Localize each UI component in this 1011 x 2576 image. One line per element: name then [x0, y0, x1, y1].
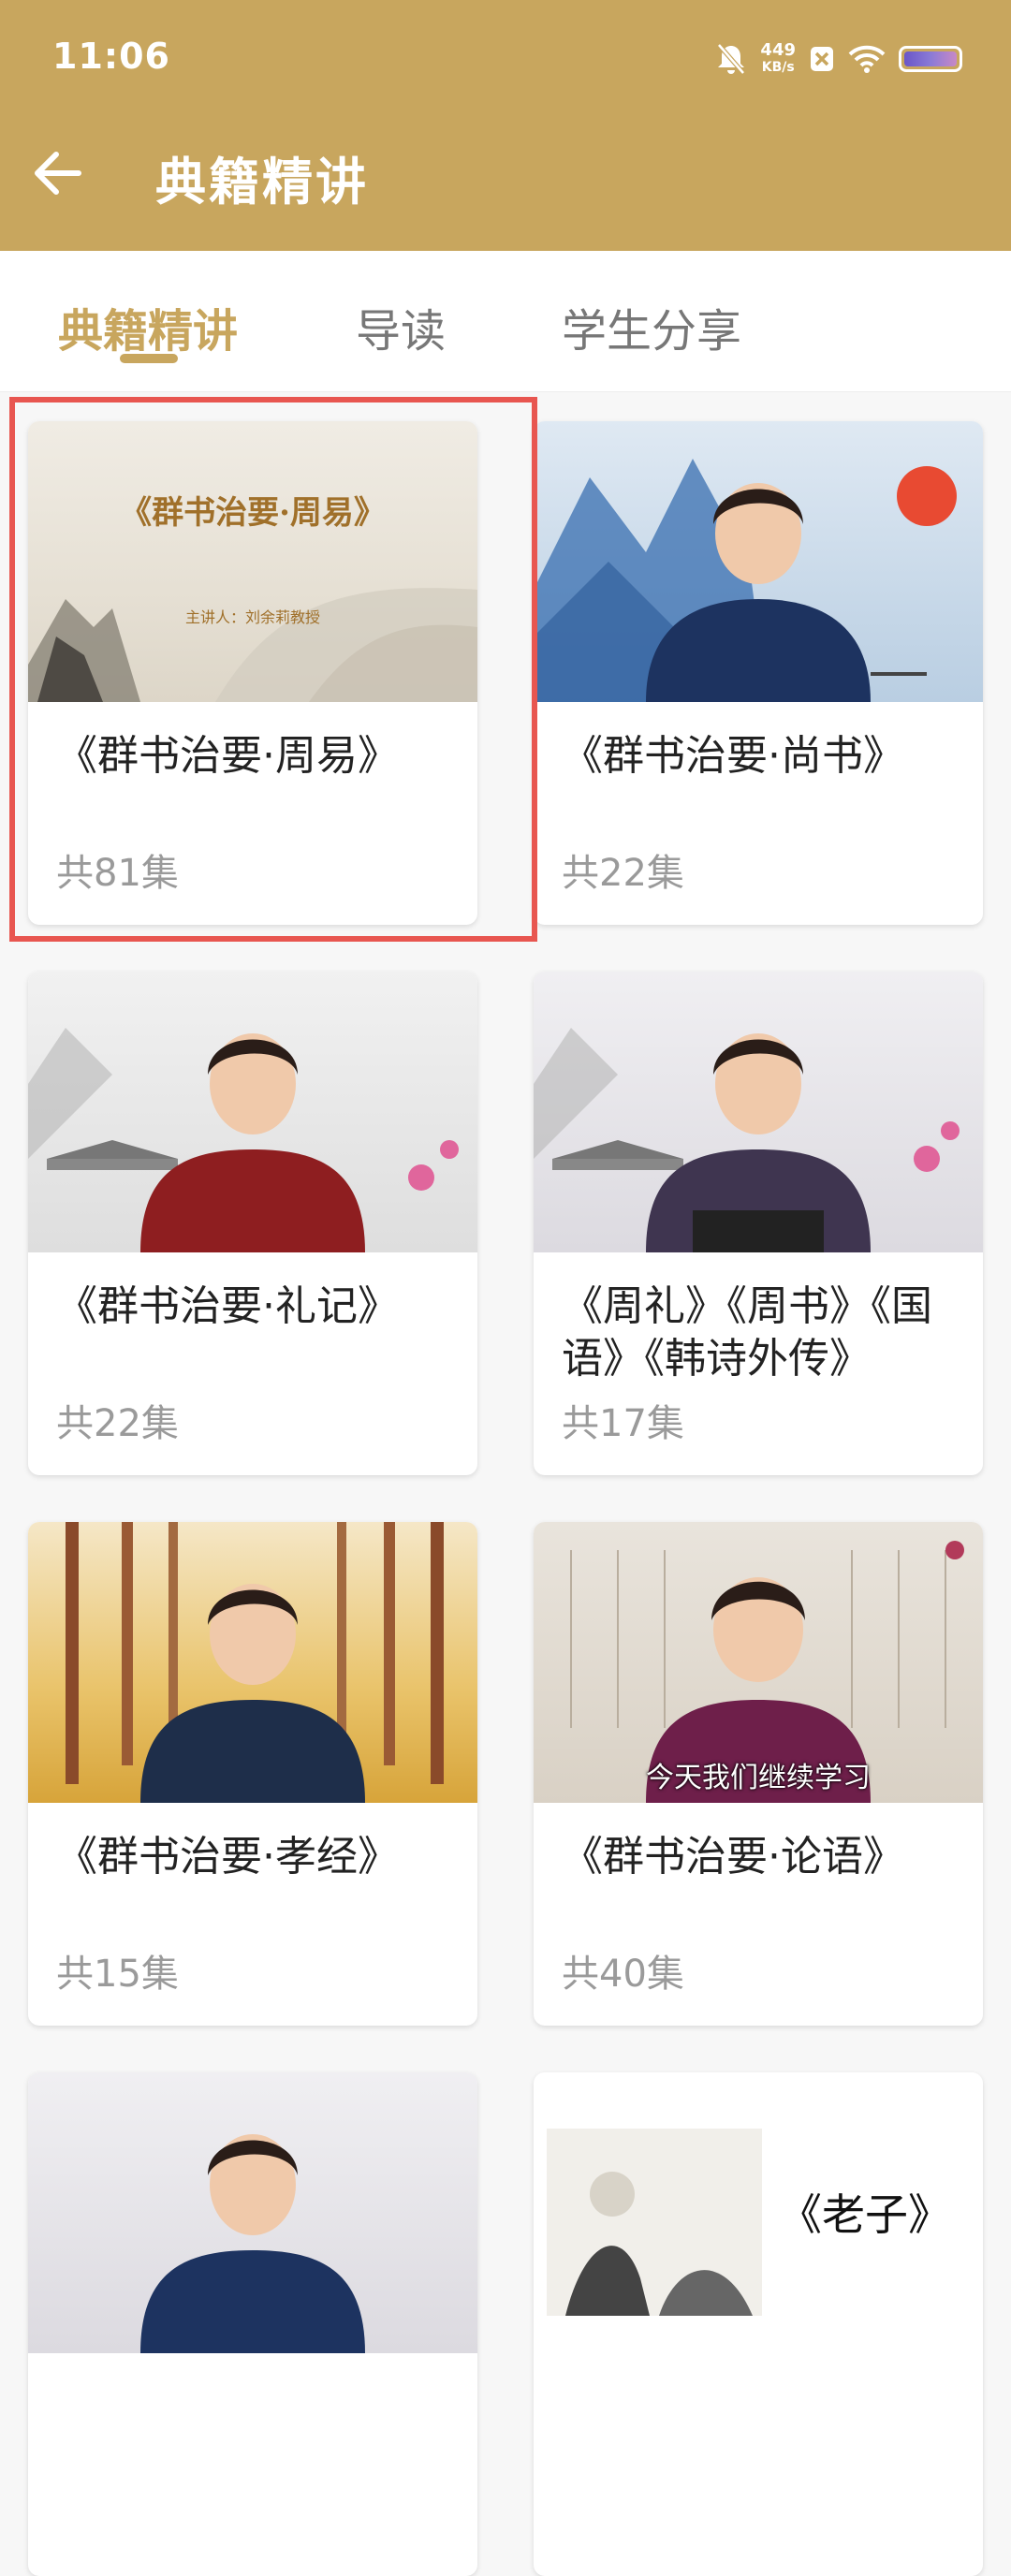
course-title: 《群书治要·论语》 — [562, 1833, 904, 1881]
thumb-title: 《老子》 — [779, 2189, 951, 2240]
tab-guided-reading[interactable]: 导读 — [356, 294, 446, 359]
lecturer-image — [140, 1584, 365, 1803]
course-card[interactable]: 《群书治要·孝经》 共15集 — [28, 1522, 477, 2026]
course-card[interactable]: 《周礼》《周书》《国语》《韩诗外传》 共17集 — [534, 972, 983, 1475]
course-card[interactable]: 《群书治要·礼记》 共22集 — [28, 972, 477, 1475]
tab-classics-lecture[interactable]: 典籍精讲 — [58, 294, 238, 359]
course-title: 《群书治要·礼记》 — [56, 1282, 399, 1330]
status-bar: 11:06 449 KB/s — [0, 0, 1011, 118]
lecturer-image — [140, 1033, 365, 1252]
episode-count: 共15集 — [56, 1953, 179, 1996]
course-thumbnail: 《老子》 — [534, 2072, 983, 2353]
course-title: 《群书治要·尚书》 — [562, 732, 904, 780]
ink-painting-art — [547, 2129, 762, 2316]
wifi-icon — [848, 45, 886, 73]
course-thumbnail — [28, 2072, 477, 2353]
status-time: 11:06 — [52, 36, 170, 77]
mute-bell-icon — [717, 43, 746, 75]
active-tab-indicator — [120, 354, 178, 363]
page-title: 典籍精讲 — [155, 153, 369, 212]
status-icons: 449 KB/s — [715, 36, 962, 82]
lecturer-image — [646, 483, 871, 702]
lecturer-image — [646, 1033, 871, 1252]
lecturer-image — [140, 2134, 365, 2353]
course-title: 《群书治要·孝经》 — [56, 1833, 399, 1881]
course-thumbnail — [534, 421, 983, 702]
back-arrow-icon[interactable] — [28, 140, 94, 206]
net-speed: 449 KB/s — [760, 40, 796, 76]
tab-student-sharing[interactable]: 学生分享 — [562, 294, 741, 359]
selection-highlight — [9, 397, 537, 942]
course-thumbnail — [28, 1522, 477, 1803]
episode-count: 共22集 — [562, 852, 684, 895]
course-thumbnail — [534, 972, 983, 1252]
course-thumbnail: 今天我们继续学习 — [534, 1522, 983, 1803]
episode-count: 共17集 — [562, 1402, 684, 1445]
tab-bar: 典籍精讲 导读 学生分享 — [0, 251, 1011, 392]
video-subtitle-caption: 今天我们继续学习 — [646, 1762, 871, 1794]
course-card[interactable]: 《群书治要·尚书》 共22集 — [534, 421, 983, 925]
course-card[interactable] — [28, 2072, 477, 2576]
battery-icon — [899, 46, 962, 72]
episode-count: 共40集 — [562, 1953, 684, 1996]
course-card[interactable]: 《老子》 — [534, 2072, 983, 2576]
course-thumbnail — [28, 972, 477, 1252]
episode-count: 共22集 — [56, 1402, 179, 1445]
x-box-icon — [811, 47, 833, 71]
course-title: 《周礼》《周书》《国语》《韩诗外传》 — [562, 1282, 932, 1383]
course-card[interactable]: 今天我们继续学习 《群书治要·论语》 共40集 — [534, 1522, 983, 2026]
app-header: 11:06 449 KB/s 典籍精讲 — [0, 0, 1011, 251]
